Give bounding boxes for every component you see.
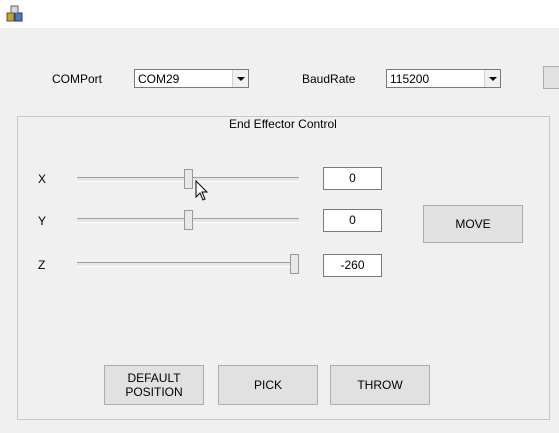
baudrate-select[interactable]: 115200 (386, 69, 501, 88)
pick-button[interactable]: PICK (218, 365, 318, 405)
comport-select[interactable]: COM29 (134, 69, 249, 88)
z-label: Z (38, 258, 46, 272)
comport-value: COM29 (138, 72, 180, 86)
dropdown-arrow-icon[interactable] (484, 70, 500, 87)
z-value-field[interactable]: -260 (323, 254, 382, 277)
x-value-field[interactable]: 0 (323, 167, 382, 190)
x-label: X (38, 172, 47, 186)
z-slider-track[interactable] (77, 262, 299, 267)
throw-button[interactable]: THROW (330, 365, 430, 405)
baudrate-label: BaudRate (302, 72, 356, 86)
dropdown-arrow-icon[interactable] (232, 70, 248, 87)
baudrate-value: 115200 (390, 72, 430, 86)
x-slider-thumb[interactable] (184, 169, 193, 189)
y-slider-thumb[interactable] (184, 210, 193, 230)
connect-button[interactable] (543, 66, 559, 89)
mouse-pointer-icon (195, 180, 209, 201)
y-value-field[interactable]: 0 (323, 209, 382, 232)
comport-label: COMPort (52, 72, 103, 86)
group-title: End Effector Control (228, 117, 338, 131)
move-button[interactable]: MOVE (423, 205, 523, 243)
title-bar (0, 0, 559, 28)
z-slider-thumb[interactable] (290, 254, 299, 274)
y-label: Y (38, 214, 47, 228)
app-cube-icon (6, 5, 23, 22)
default-position-button[interactable]: DEFAULT POSITION (104, 365, 204, 405)
